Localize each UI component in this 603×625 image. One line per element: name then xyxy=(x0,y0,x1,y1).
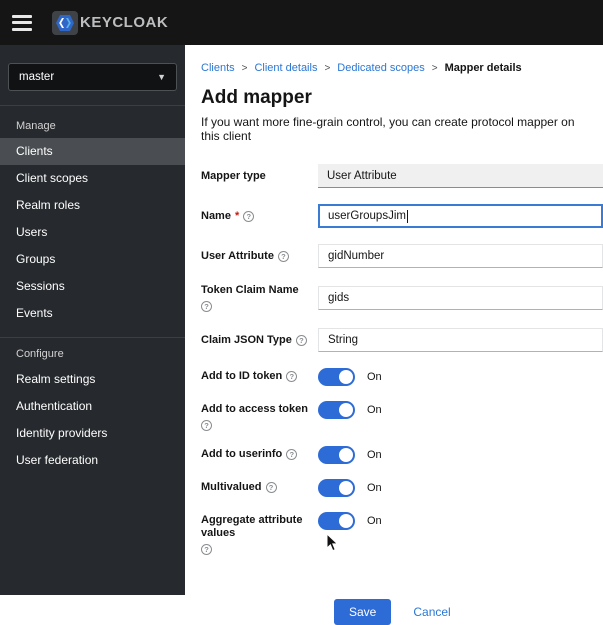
token-claim-name-row: Token Claim Name gids xyxy=(201,284,603,312)
help-icon[interactable] xyxy=(265,482,277,493)
topbar: KEYCLOAK xyxy=(0,0,603,45)
sidebar-item-identity-providers[interactable]: Identity providers xyxy=(0,420,185,447)
text-caret xyxy=(406,209,408,223)
sidebar-item-client-scopes[interactable]: Client scopes xyxy=(0,165,185,192)
cancel-link[interactable]: Cancel xyxy=(413,605,450,619)
user-attribute-label: User Attribute xyxy=(201,250,318,263)
token-claim-name-input[interactable]: gids xyxy=(318,286,603,310)
hamburger-menu-icon[interactable] xyxy=(12,14,32,31)
toggle-state-label: On xyxy=(367,482,382,494)
add-to-userinfo-row: Add to userinfo On xyxy=(201,446,603,464)
toggle-state-label: On xyxy=(367,515,382,527)
mapper-type-value: User Attribute xyxy=(318,164,603,188)
help-icon[interactable] xyxy=(201,301,212,312)
form-actions: Save Cancel xyxy=(334,599,603,625)
claim-json-type-input[interactable]: String xyxy=(318,328,603,352)
mapper-type-label: Mapper type xyxy=(201,169,266,182)
sidebar-item-users[interactable]: Users xyxy=(0,219,185,246)
realm-selector[interactable]: master ▼ xyxy=(8,63,177,91)
add-to-access-token-label: Add to access token xyxy=(201,403,318,431)
aggregate-attribute-values-toggle[interactable] xyxy=(318,512,355,530)
sidebar-item-sessions[interactable]: Sessions xyxy=(0,273,185,300)
add-to-id-token-toggle[interactable] xyxy=(318,368,355,386)
breadcrumb-separator: > xyxy=(431,62,438,74)
user-attribute-row: User Attribute gidNumber xyxy=(201,244,603,268)
add-to-access-token-toggle[interactable] xyxy=(318,401,355,419)
nav-section-configure: Configure xyxy=(16,348,64,360)
keycloak-logo[interactable]: KEYCLOAK xyxy=(52,10,169,35)
mapper-type-row: Mapper type User Attribute xyxy=(201,164,603,188)
breadcrumb-mapper-details: Mapper details xyxy=(444,62,522,74)
help-icon[interactable] xyxy=(277,250,289,262)
required-asterisk: * xyxy=(234,209,240,222)
keycloak-logo-icon xyxy=(52,10,78,35)
keycloak-logo-text: KEYCLOAK xyxy=(80,14,169,31)
multivalued-label: Multivalued xyxy=(201,481,318,494)
sidebar-item-realm-roles[interactable]: Realm roles xyxy=(0,192,185,219)
main-content: Clients > Client details > Dedicated sco… xyxy=(185,45,603,625)
help-icon[interactable] xyxy=(295,334,307,346)
breadcrumb-client-details[interactable]: Client details xyxy=(254,62,317,74)
token-claim-name-label: Token Claim Name xyxy=(201,284,318,312)
save-button[interactable]: Save xyxy=(334,599,392,625)
sidebar-item-events[interactable]: Events xyxy=(0,300,185,327)
toggle-state-label: On xyxy=(367,449,382,461)
toggle-state-label: On xyxy=(367,371,382,383)
sidebar-nav: Manage Clients Client scopes Realm roles… xyxy=(0,105,185,474)
aggregate-attribute-values-row: Aggregate attribute values On xyxy=(201,512,603,555)
multivalued-toggle[interactable] xyxy=(318,479,355,497)
claim-json-type-row: Claim JSON Type String xyxy=(201,328,603,352)
help-icon[interactable] xyxy=(286,371,298,382)
multivalued-row: Multivalued On xyxy=(201,479,603,497)
help-icon[interactable] xyxy=(243,210,255,222)
help-icon[interactable] xyxy=(201,420,212,431)
help-icon[interactable] xyxy=(201,544,212,555)
realm-name: master xyxy=(19,71,55,83)
name-row: Name * userGroupsJim xyxy=(201,204,603,228)
sidebar-item-authentication[interactable]: Authentication xyxy=(0,393,185,420)
add-to-userinfo-toggle[interactable] xyxy=(318,446,355,464)
nav-section-manage: Manage xyxy=(16,120,56,132)
sidebar-item-groups[interactable]: Groups xyxy=(0,246,185,273)
sidebar-item-realm-settings[interactable]: Realm settings xyxy=(0,366,185,393)
breadcrumb-clients[interactable]: Clients xyxy=(201,62,235,74)
chevron-down-icon: ▼ xyxy=(157,72,166,82)
sidebar-item-user-federation[interactable]: User federation xyxy=(0,447,185,474)
toggle-state-label: On xyxy=(367,404,382,416)
page-title: Add mapper xyxy=(201,87,312,108)
add-to-id-token-row: Add to ID token On xyxy=(201,368,603,386)
add-to-userinfo-label: Add to userinfo xyxy=(201,448,318,461)
breadcrumb-separator: > xyxy=(324,62,331,74)
sidebar-item-clients[interactable]: Clients xyxy=(0,138,185,165)
add-to-id-token-label: Add to ID token xyxy=(201,370,318,383)
page-subtitle: If you want more fine-grain control, you… xyxy=(201,115,575,143)
breadcrumb: Clients > Client details > Dedicated sco… xyxy=(201,62,603,74)
user-attribute-input[interactable]: gidNumber xyxy=(318,244,603,268)
add-mapper-form: Mapper type User Attribute Name * userGr… xyxy=(201,164,603,625)
name-label: Name * xyxy=(201,210,318,223)
help-icon[interactable] xyxy=(286,449,298,460)
breadcrumb-separator: > xyxy=(241,62,248,74)
aggregate-attribute-values-label: Aggregate attribute values xyxy=(201,514,318,555)
claim-json-type-label: Claim JSON Type xyxy=(201,334,318,347)
sidebar: master ▼ Manage Clients Client scopes Re… xyxy=(0,45,185,595)
breadcrumb-dedicated-scopes[interactable]: Dedicated scopes xyxy=(337,62,424,74)
name-input[interactable]: userGroupsJim xyxy=(318,204,603,228)
add-to-access-token-row: Add to access token On xyxy=(201,401,603,431)
